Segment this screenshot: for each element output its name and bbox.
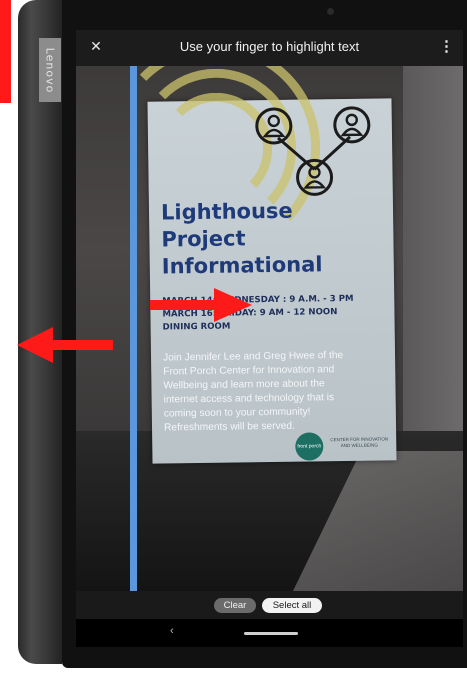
text-highlight-handle[interactable] xyxy=(130,66,137,591)
poster-title-line: Lighthouse xyxy=(160,198,293,225)
people-network-icon xyxy=(255,106,371,196)
camera-icon xyxy=(327,8,334,15)
more-options-button[interactable]: ⋮ xyxy=(439,37,454,57)
logo-caption: CENTER FOR INNOVATION AND WELLBEING xyxy=(330,436,389,449)
device-screen: ✕ Use your finger to highlight text ⋮ Li… xyxy=(76,30,463,647)
camera-viewport[interactable]: Lighthouse Project Informational MARCH 1… xyxy=(76,66,463,591)
poster-title-line: Project xyxy=(161,226,246,252)
action-bar: Clear Select all xyxy=(76,591,463,619)
close-button[interactable]: ✕ xyxy=(86,37,106,57)
brand-label: Lenovo xyxy=(43,47,57,93)
brand-plate: Lenovo xyxy=(39,38,61,102)
screen-title: Use your finger to highlight text xyxy=(179,39,360,54)
captured-poster[interactable]: Lighthouse Project Informational MARCH 1… xyxy=(108,66,397,464)
home-handle-icon[interactable] xyxy=(244,632,298,635)
top-app-bar: ✕ Use your finger to highlight text ⋮ xyxy=(76,30,463,66)
poster-title: Lighthouse Project Informational xyxy=(161,197,362,281)
back-icon[interactable]: ‹ xyxy=(170,625,174,637)
arrow-right-icon xyxy=(150,288,252,322)
poster-title-line: Informational xyxy=(161,252,323,279)
front-porch-logo: front porch xyxy=(295,432,324,461)
clear-button[interactable]: Clear xyxy=(214,598,256,613)
poster-body-text: Join Jennifer Lee and Greg Hwee of the F… xyxy=(162,350,344,434)
select-all-button[interactable]: Select all xyxy=(262,598,322,613)
system-nav-bar: ‹ xyxy=(76,619,463,647)
arrow-left-icon xyxy=(17,327,113,363)
red-annotation-bar xyxy=(0,0,11,103)
